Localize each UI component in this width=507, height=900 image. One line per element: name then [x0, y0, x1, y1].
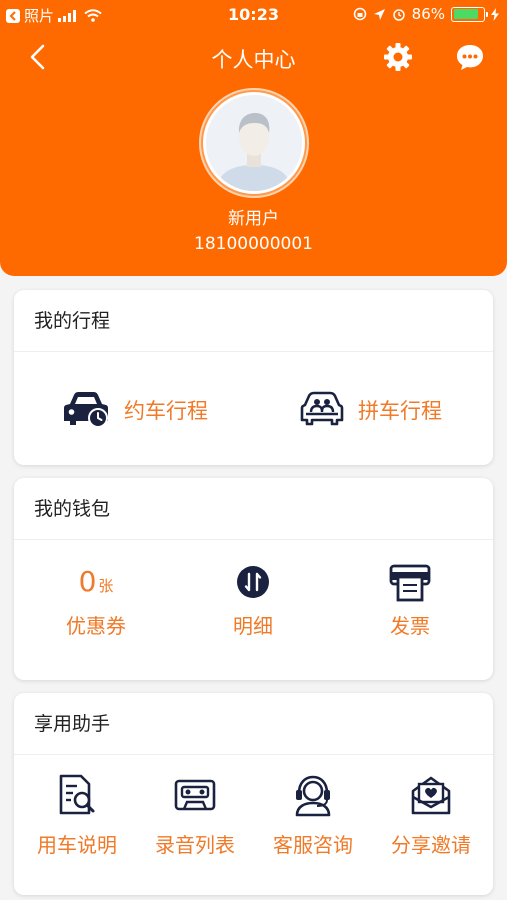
user-phone: 18100000001: [194, 234, 313, 254]
alarm-icon: [392, 9, 405, 21]
gear-icon[interactable]: [382, 41, 414, 73]
coupon-count: 0张: [26, 562, 166, 602]
invoice-label: 发票: [390, 614, 430, 638]
details-button[interactable]: 明细: [183, 562, 323, 639]
location-arrow-icon: [373, 8, 385, 20]
coupon-button[interactable]: 0张 优惠券: [26, 562, 166, 639]
recording-list-label: 录音列表: [155, 833, 235, 857]
nav-bar: 个人中心: [0, 36, 507, 80]
usage-guide-button[interactable]: 用车说明: [17, 773, 137, 858]
coupon-count-value: 0: [78, 565, 97, 598]
document-search-icon: [59, 774, 95, 815]
customer-service-label: 客服咨询: [273, 833, 353, 857]
cassette-icon: [174, 779, 216, 811]
rotation-lock-icon: [353, 7, 366, 21]
wallet-card: 我的钱包 0张 优惠券 明细 发票: [14, 478, 493, 680]
transfer-icon: [237, 566, 269, 598]
coupon-label: 优惠券: [66, 614, 126, 638]
headset-icon: [295, 775, 331, 817]
carpool-icon: [300, 391, 344, 426]
message-icon[interactable]: [454, 41, 486, 73]
carpool-trips-button[interactable]: 拼车行程: [300, 390, 442, 430]
battery-level: [453, 9, 479, 19]
assistant-title: 享用助手: [14, 693, 493, 755]
profile-header: 照片 10:23 86% 个人中心 新用户 18100000001: [0, 0, 507, 276]
coupon-count-unit: 张: [98, 577, 114, 595]
booked-trips-button[interactable]: 约车行程: [62, 390, 208, 430]
wallet-title: 我的钱包: [14, 478, 493, 540]
page-title: 个人中心: [211, 48, 296, 72]
battery-icon: [451, 6, 488, 22]
printer-icon: [389, 564, 431, 602]
customer-service-icon-wrap: [291, 773, 335, 821]
charging-icon: [491, 7, 499, 21]
avatar[interactable]: [199, 88, 309, 198]
invoice-icon-wrap: [340, 562, 480, 602]
details-label: 明细: [233, 614, 273, 638]
avatar-image: [203, 92, 305, 194]
battery-percent: 86%: [411, 5, 445, 23]
status-right: 86%: [353, 5, 499, 23]
carpool-trips-label: 拼车行程: [358, 399, 442, 423]
customer-service-button[interactable]: 客服咨询: [253, 773, 373, 858]
envelope-heart-icon: [411, 776, 451, 815]
car-clock-icon: [64, 392, 108, 428]
share-invite-icon-wrap: [409, 773, 453, 821]
status-bar: 照片 10:23 86%: [0, 0, 507, 30]
share-invite-label: 分享邀请: [391, 833, 471, 857]
trips-title: 我的行程: [14, 290, 493, 352]
usage-guide-icon-wrap: [57, 773, 97, 821]
invoice-button[interactable]: 发票: [340, 562, 480, 639]
recording-list-button[interactable]: 录音列表: [135, 773, 255, 858]
usage-guide-label: 用车说明: [37, 833, 117, 857]
recording-list-icon-wrap: [173, 773, 217, 821]
share-invite-button[interactable]: 分享邀请: [371, 773, 491, 858]
booked-trips-label: 约车行程: [124, 399, 208, 423]
default-user-avatar-icon: [206, 95, 302, 191]
details-icon-wrap: [183, 562, 323, 602]
user-name: 新用户: [228, 209, 279, 229]
trips-card: 我的行程 约车行程 拼车行程: [14, 290, 493, 465]
assistant-card: 享用助手 用车说明 录音列表 客服咨询 分享邀请: [14, 693, 493, 895]
